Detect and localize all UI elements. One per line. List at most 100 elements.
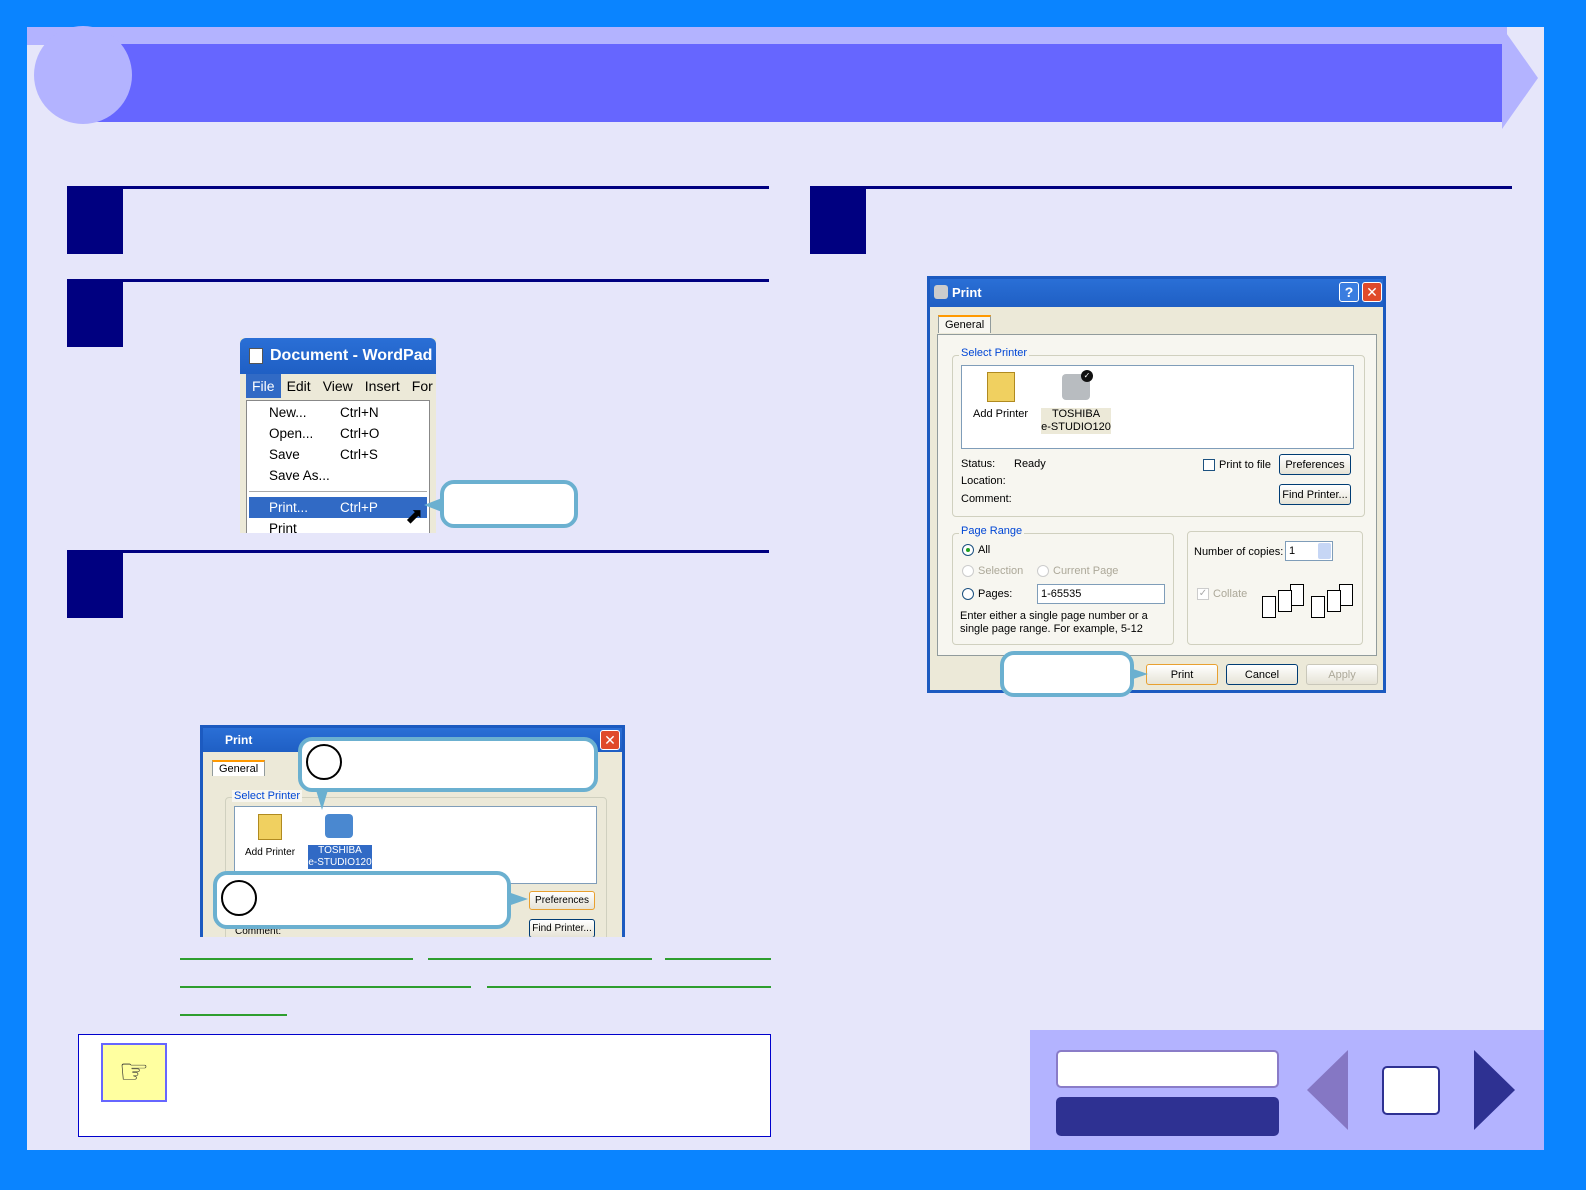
add-printer-label[interactable]: Add Printer: [245, 847, 295, 858]
tab-general[interactable]: General: [938, 315, 992, 333]
printer-toshiba-selected[interactable]: TOSHIBA e-STUDIO120: [308, 845, 372, 869]
callout-pointer: [1130, 668, 1148, 680]
callout-select-printer: [298, 737, 598, 792]
wordpad-icon: [249, 348, 263, 364]
step3-number-box: [67, 552, 123, 618]
note-box: [78, 1034, 771, 1137]
menu-item-new[interactable]: New... Ctrl+N: [247, 402, 429, 423]
menu-insert[interactable]: Insert: [359, 374, 406, 398]
link[interactable]: [665, 958, 771, 960]
status-value: Ready: [1014, 458, 1046, 470]
wordpad-menubar: File Edit View Insert For: [240, 374, 436, 398]
tab-general[interactable]: General: [212, 760, 266, 776]
collate-pages-icon: [1262, 584, 1306, 622]
link[interactable]: [180, 958, 413, 960]
step2-number-box: [67, 281, 123, 347]
callout-number-2: [221, 880, 257, 916]
collate-checkbox[interactable]: ✓: [1197, 588, 1209, 600]
step3-rule: [67, 550, 769, 553]
print-titlebar: Print: [930, 279, 1383, 307]
menu-file[interactable]: File: [246, 374, 281, 398]
wordpad-titlebar: Document - WordPad: [240, 338, 436, 374]
print-to-file-checkbox[interactable]: [1203, 459, 1215, 471]
collate-label[interactable]: Collate: [1213, 588, 1247, 600]
printer-title-icon: [934, 285, 948, 299]
close-icon[interactable]: ✕: [1362, 282, 1382, 302]
print-to-file-label[interactable]: Print to file: [1219, 459, 1271, 471]
pages-input[interactable]: 1-65535: [1037, 584, 1165, 604]
callout-pointer: [424, 498, 442, 512]
header-bar: [80, 44, 1502, 122]
status-label: Status:: [961, 458, 996, 470]
step1-number-box: [67, 188, 123, 254]
radio-all[interactable]: [962, 544, 974, 556]
menu-separator: [249, 491, 427, 492]
radio-current-page[interactable]: [1037, 565, 1049, 577]
print-button[interactable]: Print: [1146, 664, 1218, 685]
default-check-icon: ✓: [1081, 370, 1093, 382]
next-page-icon[interactable]: [1474, 1050, 1515, 1130]
menu-edit[interactable]: Edit: [281, 374, 317, 398]
print-title: Print: [952, 285, 982, 300]
callout-pointer: [316, 790, 328, 810]
link[interactable]: [428, 958, 652, 960]
select-printer-legend: Select Printer: [232, 790, 303, 802]
radio-selection-label[interactable]: Selection: [978, 565, 1023, 577]
callout-number-1: [306, 744, 342, 780]
find-printer-button[interactable]: Find Printer...: [529, 919, 595, 937]
menu-item-save[interactable]: Save Ctrl+S: [247, 444, 429, 465]
contents-button[interactable]: [1056, 1050, 1279, 1088]
menu-item-print[interactable]: Print... Ctrl+P: [249, 497, 427, 518]
header-arrow: [1502, 27, 1538, 129]
apply-button[interactable]: Apply: [1306, 664, 1378, 685]
copies-label: Number of copies:: [1194, 546, 1284, 558]
radio-selection[interactable]: [962, 565, 974, 577]
printer-toshiba[interactable]: TOSHIBA e-STUDIO120: [1041, 408, 1111, 434]
add-printer-icon: [258, 814, 282, 840]
radio-current-page-label[interactable]: Current Page: [1053, 565, 1118, 577]
cancel-button[interactable]: Cancel: [1226, 664, 1298, 685]
step4-number-box: [810, 188, 866, 254]
callout-preferences: [213, 871, 511, 929]
header-band: [27, 27, 1507, 45]
collate-pages-icon: [1311, 584, 1355, 622]
header-circle: [34, 26, 132, 124]
close-icon[interactable]: ✕: [600, 730, 620, 750]
menu-item-open[interactable]: Open... Ctrl+O: [247, 423, 429, 444]
file-menu: New... Ctrl+N Open... Ctrl+O Save Ctrl+S Sa…: [246, 400, 430, 533]
add-printer-label[interactable]: Add Printer: [973, 408, 1028, 420]
index-button[interactable]: [1056, 1097, 1279, 1136]
step2-rule: [67, 279, 769, 282]
copies-spinner[interactable]: [1318, 543, 1331, 559]
wordpad-title: Document - WordPad: [270, 347, 433, 364]
page-range-hint: Enter either a single page number or a s…: [960, 610, 1148, 635]
callout-print-button: [1000, 651, 1134, 697]
menu-item-print-preview[interactable]: Print Preview: [247, 518, 429, 533]
preferences-button[interactable]: Preferences: [529, 891, 595, 910]
add-printer-icon: [987, 372, 1015, 402]
page-number-box: [1382, 1066, 1440, 1115]
radio-all-label[interactable]: All: [978, 544, 990, 556]
menu-view[interactable]: View: [317, 374, 359, 398]
radio-pages[interactable]: [962, 588, 974, 600]
printer-icon: [325, 814, 353, 838]
select-printer-legend: Select Printer: [959, 347, 1030, 359]
location-label: Location:: [961, 475, 1006, 487]
comment-label: Comment:: [961, 493, 1012, 505]
help-icon[interactable]: ?: [1339, 282, 1359, 302]
radio-pages-label[interactable]: Pages:: [978, 588, 1012, 600]
preferences-button[interactable]: Preferences: [1279, 454, 1351, 475]
step1-rule: [67, 186, 769, 189]
find-printer-button[interactable]: Find Printer...: [1279, 484, 1351, 505]
pointing-hand-icon: ☞: [101, 1043, 167, 1102]
previous-page-icon[interactable]: [1307, 1050, 1348, 1130]
link[interactable]: [180, 1014, 287, 1016]
menu-format[interactable]: For: [406, 374, 436, 398]
callout-pointer: [508, 892, 528, 906]
link[interactable]: [487, 986, 771, 988]
cursor-icon: ⬈: [405, 503, 424, 528]
page-range-legend: Page Range: [959, 525, 1025, 537]
step4-rule: [810, 186, 1512, 189]
menu-item-save-as[interactable]: Save As...: [247, 465, 429, 486]
link[interactable]: [180, 986, 471, 988]
